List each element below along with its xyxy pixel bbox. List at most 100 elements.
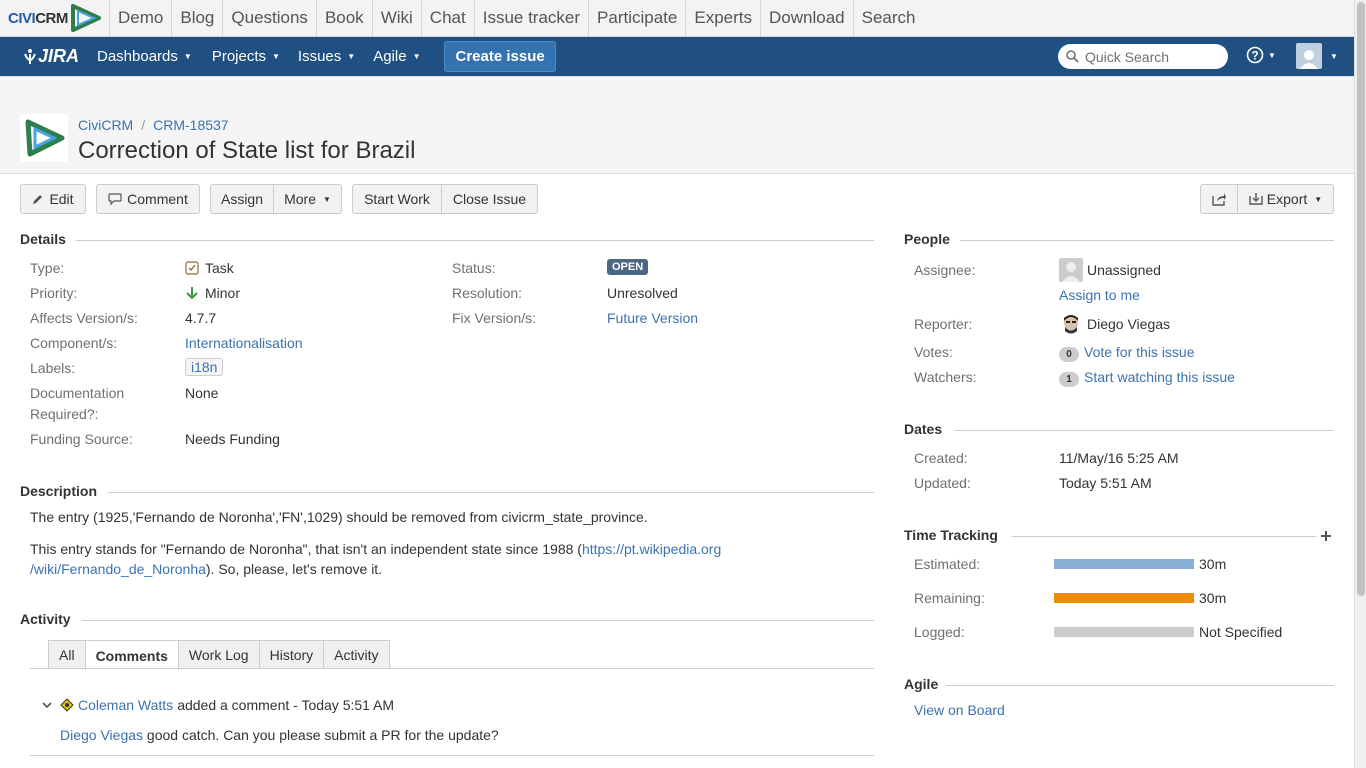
divider	[30, 755, 874, 756]
comment-author-link[interactable]: Coleman Watts	[78, 697, 173, 713]
affects-version-value: 4.7.7	[185, 310, 217, 326]
divider	[108, 492, 874, 493]
create-issue-button[interactable]: Create issue	[444, 41, 556, 72]
votes-label: Votes:	[914, 344, 953, 360]
vote-link[interactable]: Vote for this issue	[1084, 344, 1195, 360]
add-time-icon[interactable]	[1320, 530, 1332, 542]
component-link[interactable]: Internationalisation	[185, 335, 303, 351]
votes-value: 0 Vote for this issue	[1059, 344, 1195, 362]
quick-search-input[interactable]: Quick Search	[1058, 44, 1228, 69]
civicrm-logo[interactable]: CIVICRM	[0, 0, 110, 36]
svg-text:?: ?	[1251, 49, 1258, 63]
nav-dashboards[interactable]: Dashboards ▼	[97, 48, 192, 65]
civi-nav-search[interactable]: Search	[854, 0, 924, 36]
label-tag[interactable]: i18n	[185, 358, 224, 376]
created-value: 11/May/16 5:25 AM	[1059, 450, 1179, 466]
more-button[interactable]: More ▼	[274, 184, 342, 214]
funding-source-value: Needs Funding	[185, 431, 280, 447]
divider	[76, 240, 874, 241]
nav-agile[interactable]: Agile ▼	[373, 48, 420, 65]
civi-nav-demo[interactable]: Demo	[110, 0, 173, 36]
collapse-chevron-icon[interactable]	[42, 700, 52, 710]
remaining-label: Remaining:	[914, 590, 985, 606]
status-label: Status:	[452, 260, 496, 276]
civi-nav-book[interactable]: Book	[317, 0, 373, 36]
breadcrumb-issue-link[interactable]: CRM-18537	[153, 117, 228, 133]
help-icon: ?	[1246, 46, 1264, 64]
tab-history[interactable]: History	[258, 640, 325, 669]
view-on-board-link[interactable]: View on Board	[914, 702, 1005, 718]
wikipedia-link-part-1[interactable]: https://pt.wikipedia.org	[582, 541, 721, 557]
chevron-down-icon: ▼	[1330, 51, 1338, 61]
breadcrumb-separator: /	[141, 117, 146, 133]
chevron-down-icon: ▼	[183, 52, 192, 61]
resolution-value: Unresolved	[607, 285, 678, 301]
resolution-label: Resolution:	[452, 285, 523, 301]
tab-activity[interactable]: Activity	[323, 640, 390, 669]
chevron-down-icon: ▼	[272, 52, 280, 61]
page-scrollbar[interactable]	[1354, 0, 1366, 768]
breadcrumb-project-link[interactable]: CiviCRM	[78, 117, 133, 133]
civi-nav-issue-tracker[interactable]: Issue tracker	[475, 0, 590, 36]
comment-button[interactable]: Comment	[96, 184, 200, 214]
export-button-label: Export	[1266, 191, 1308, 207]
priority-value-text: Minor	[205, 285, 241, 301]
civi-nav-participate[interactable]: Participate	[589, 0, 687, 36]
nav-dashboards-label: Dashboards	[97, 48, 178, 65]
export-button[interactable]: Export ▼	[1238, 184, 1334, 214]
civi-nav-blog[interactable]: Blog	[172, 0, 224, 36]
edit-button[interactable]: Edit	[20, 184, 86, 214]
tab-comments[interactable]: Comments	[84, 640, 179, 670]
scrollbar-thumb[interactable]	[1357, 2, 1365, 596]
export-group: Export ▼	[1200, 184, 1334, 214]
nav-projects[interactable]: Projects ▼	[212, 48, 280, 65]
labels-label: Labels:	[30, 360, 76, 376]
time-tracking-heading: Time Tracking	[904, 527, 1316, 543]
project-avatar-icon[interactable]	[20, 114, 68, 162]
assign-to-me-link[interactable]: Assign to me	[1059, 287, 1140, 303]
time-tracking-heading-label: Time Tracking	[904, 527, 998, 543]
nav-projects-label: Projects	[211, 48, 266, 65]
dates-heading: Dates	[904, 421, 1334, 437]
jira-logo-icon	[24, 48, 36, 64]
issue-header: CiviCRM / CRM-18537 Correction of State li…	[0, 76, 1354, 174]
user-menu[interactable]: ▼	[1296, 43, 1338, 69]
comment-mention-link[interactable]: Diego Viegas	[60, 727, 143, 743]
comment-header: Coleman Watts added a comment - Today 5:…	[42, 697, 394, 713]
assign-button[interactable]: Assign	[210, 184, 274, 214]
comment-button-label: Comment	[127, 191, 188, 207]
divider	[30, 668, 874, 669]
civi-nav-download[interactable]: Download	[761, 0, 854, 36]
fix-version-link[interactable]: Future Version	[607, 310, 698, 326]
civicrm-top-bar: CIVICRM Demo Blog Questions Book Wiki Ch…	[0, 0, 1354, 37]
description-paragraph-1: The entry (1925,'Fernando de Noronha','F…	[30, 509, 648, 525]
created-label: Created:	[914, 450, 968, 466]
estimated-label: Estimated:	[914, 556, 981, 572]
wikipedia-link-part-2[interactable]: /wiki/Fernando_de_Noronha	[30, 561, 206, 577]
documentation-label-line2: Required?:	[30, 406, 99, 422]
civi-nav-questions[interactable]: Questions	[223, 0, 317, 36]
tab-all[interactable]: All	[48, 640, 86, 669]
share-icon	[1212, 193, 1226, 206]
civi-nav-wiki[interactable]: Wiki	[373, 0, 422, 36]
watch-link[interactable]: Start watching this issue	[1084, 369, 1235, 385]
civicrm-logo-crm: CRM	[35, 9, 68, 27]
close-issue-button[interactable]: Close Issue	[442, 184, 538, 214]
civi-nav-chat[interactable]: Chat	[422, 0, 475, 36]
comment-meta: added a comment - Today 5:51 AM	[177, 697, 395, 713]
issue-title: Correction of State list for Brazil	[78, 137, 416, 164]
nav-issues[interactable]: Issues ▼	[298, 48, 355, 65]
remaining-value: 30m	[1199, 590, 1227, 606]
task-icon	[185, 261, 199, 275]
start-work-button[interactable]: Start Work	[352, 184, 442, 214]
civi-nav-experts[interactable]: Experts	[686, 0, 761, 36]
divider	[82, 620, 874, 621]
tab-work-log[interactable]: Work Log	[177, 640, 260, 669]
share-button[interactable]	[1200, 184, 1238, 214]
help-menu[interactable]: ? ▼	[1246, 46, 1276, 64]
assignee-value: Unassigned	[1059, 258, 1161, 282]
remaining-bar	[1054, 593, 1194, 603]
pencil-icon	[33, 195, 43, 204]
jira-logo[interactable]: JIRA	[22, 46, 84, 67]
chevron-down-icon: ▼	[412, 52, 421, 61]
